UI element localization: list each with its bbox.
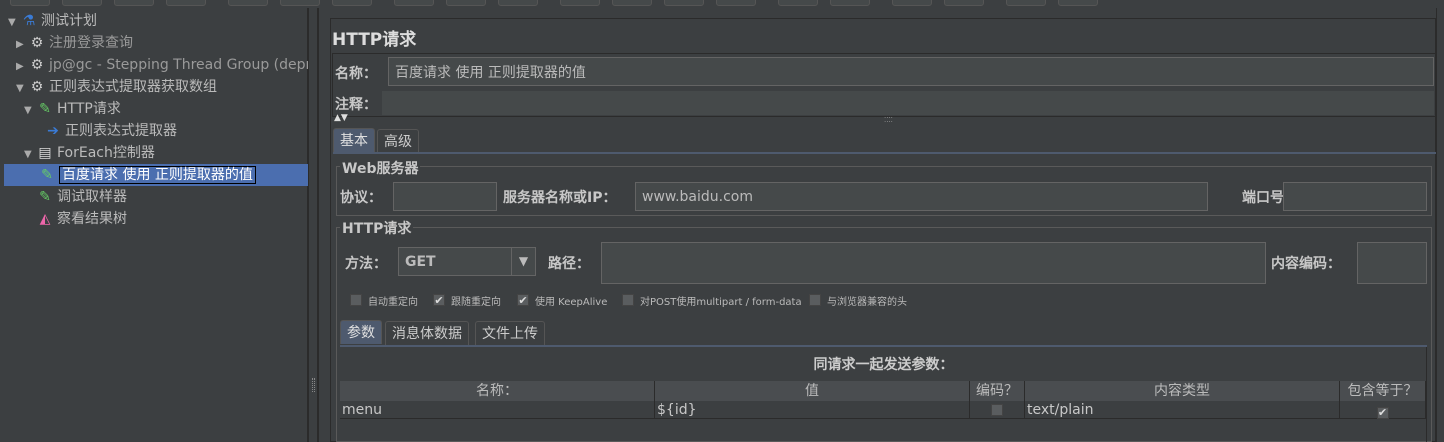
- controller-icon: ▤: [38, 145, 52, 161]
- grip-icon[interactable]: ⁚⁚⁚⁚: [884, 116, 893, 124]
- tree-item-results-tree[interactable]: ◭ 察看结果树: [36, 208, 127, 230]
- extractor-icon: ➔: [47, 123, 59, 139]
- comment-label: 注释：: [335, 97, 377, 113]
- method-label: 方法：: [345, 256, 387, 272]
- toolbar-button[interactable]: [560, 0, 600, 6]
- protocol-label: 协议：: [340, 190, 382, 206]
- page-title: HTTP请求: [332, 30, 417, 50]
- tree-item-extractor[interactable]: ➔ 正则表达式提取器: [44, 120, 177, 142]
- toolbar-button[interactable]: [1058, 0, 1098, 6]
- check-icon: ✔: [433, 293, 445, 307]
- toolbar-button[interactable]: [332, 0, 372, 6]
- tab-underline: [333, 152, 1436, 154]
- grip-icon: [312, 378, 315, 392]
- collapse-icon[interactable]: ▶: [16, 34, 28, 56]
- collapse-icon[interactable]: ▶: [16, 56, 28, 78]
- method-select[interactable]: GET ▼: [398, 247, 536, 276]
- tab-parameters[interactable]: 参数: [340, 320, 382, 344]
- method-value: GET: [405, 253, 436, 270]
- name-label: 名称：: [335, 66, 377, 82]
- pipette-icon: ✎: [41, 167, 53, 183]
- tree-item-foreach[interactable]: ▼ ▤ ForEach控制器: [24, 142, 155, 164]
- keepalive-checkbox[interactable]: ✔ 使用 KeepAlive: [517, 293, 607, 308]
- tree-item-thread-group[interactable]: ▶ ⚙ 注册登录查询: [16, 32, 133, 54]
- pipette-icon: ✎: [39, 189, 51, 205]
- tree-item-thread-group[interactable]: ▶ ⚙ jp@gc - Stepping Thread Group (deprec: [16, 54, 327, 76]
- chevron-down-icon[interactable]: ▼: [511, 248, 535, 275]
- chart-icon: ◭: [39, 211, 51, 227]
- web-server-legend: Web服务器: [340, 158, 421, 178]
- tree-item-http-request[interactable]: ▼ ✎ HTTP请求: [24, 98, 121, 120]
- tree-item-test-plan[interactable]: ▼ ⚗ 测试计划: [8, 10, 97, 32]
- cell-encode[interactable]: [970, 401, 1025, 419]
- server-field[interactable]: www.baidu.com: [635, 182, 1208, 211]
- port-field[interactable]: [1283, 182, 1427, 211]
- encoding-field[interactable]: [1357, 242, 1427, 284]
- name-field[interactable]: 百度请求 使用 正则提取器的值: [388, 57, 1434, 86]
- table-title: 同请求一起发送参数：: [813, 357, 954, 373]
- tab-file-upload[interactable]: 文件上传: [475, 321, 545, 345]
- toolbar-button[interactable]: [892, 0, 932, 6]
- column-header-include-equals[interactable]: 包含等于？: [1340, 381, 1426, 401]
- include-equals-checkbox[interactable]: ✔: [1376, 406, 1389, 419]
- auto-redirect-checkbox[interactable]: 自动重定向: [350, 293, 418, 308]
- toolbar-button[interactable]: [944, 0, 984, 6]
- toolbar-button[interactable]: [612, 0, 652, 6]
- follow-redirect-checkbox[interactable]: ✔ 跟随重定向: [433, 293, 501, 308]
- toolbar-button[interactable]: [716, 0, 756, 6]
- toolbar-button[interactable]: [10, 0, 50, 6]
- test-plan-tree: ▼ ⚗ 测试计划 ▶ ⚙ 注册登录查询 ▶ ⚙ jp@gc - Stepping Threa…: [4, 8, 327, 442]
- toolbar-button[interactable]: [280, 0, 320, 6]
- expand-icon[interactable]: ▼: [16, 78, 28, 100]
- flask-icon: ⚗: [22, 13, 36, 29]
- expand-icon[interactable]: ▼: [24, 100, 36, 122]
- encode-checkbox[interactable]: [991, 404, 1003, 416]
- toolbar-button[interactable]: [1006, 0, 1046, 6]
- tree-item-baidu-request[interactable]: ✎ 百度请求 使用 正则提取器的值: [4, 164, 308, 186]
- toolbar-button[interactable]: [114, 0, 154, 6]
- column-header-encode[interactable]: 编码？: [970, 381, 1025, 401]
- toolbar-button[interactable]: [446, 0, 486, 6]
- collapse-arrows-icon[interactable]: ▲▼: [334, 113, 348, 123]
- column-header-value[interactable]: 值: [655, 381, 970, 401]
- tab-advanced[interactable]: 高级: [377, 129, 419, 153]
- server-label: 服务器名称或IP：: [503, 190, 617, 206]
- protocol-field[interactable]: [393, 182, 497, 211]
- pipette-icon: ✎: [39, 101, 51, 117]
- toolbar-button[interactable]: [166, 0, 206, 6]
- toolbar-button[interactable]: [62, 0, 102, 6]
- http-request-legend: HTTP请求: [340, 218, 414, 238]
- tree-item-thread-group[interactable]: ▼ ⚙ 正则表达式提取器获取数组: [16, 76, 217, 98]
- cell-content-type[interactable]: text/plain: [1025, 401, 1340, 419]
- cell-name[interactable]: menu: [340, 401, 655, 419]
- scrollbar[interactable]: [1436, 8, 1444, 442]
- split-pane-divider[interactable]: [308, 8, 318, 442]
- toolbar-button[interactable]: [228, 0, 268, 6]
- expand-icon[interactable]: ▼: [8, 12, 20, 34]
- multipart-checkbox[interactable]: 对POST使用multipart / form-data: [622, 293, 802, 308]
- toolbar-button[interactable]: [778, 0, 818, 6]
- tab-basic[interactable]: 基本: [333, 128, 375, 152]
- browser-headers-checkbox[interactable]: 与浏览器兼容的头: [809, 293, 907, 308]
- toolbar-button[interactable]: [830, 0, 870, 6]
- toolbar-button[interactable]: [394, 0, 434, 6]
- check-icon: ✔: [517, 293, 529, 307]
- path-field[interactable]: [601, 242, 1266, 284]
- tree-item-debug-sampler[interactable]: ✎ 调试取样器: [36, 186, 127, 208]
- path-label: 路径：: [548, 256, 590, 272]
- tab-body-data[interactable]: 消息体数据: [385, 321, 469, 345]
- comment-field[interactable]: [382, 91, 1434, 115]
- cell-value[interactable]: ${id}: [655, 401, 970, 419]
- toolbar-button[interactable]: [498, 0, 538, 6]
- gear-icon: ⚙: [30, 79, 44, 95]
- column-header-name[interactable]: 名称：: [340, 381, 655, 401]
- toolbar-button[interactable]: [664, 0, 704, 6]
- gear-icon: ⚙: [30, 35, 44, 51]
- gear-icon: ⚙: [30, 57, 44, 73]
- encoding-label: 内容编码：: [1271, 256, 1341, 272]
- expand-icon[interactable]: ▼: [24, 144, 36, 166]
- cell-include-equals[interactable]: ✔: [1340, 401, 1426, 419]
- column-header-content-type[interactable]: 内容类型: [1025, 381, 1340, 401]
